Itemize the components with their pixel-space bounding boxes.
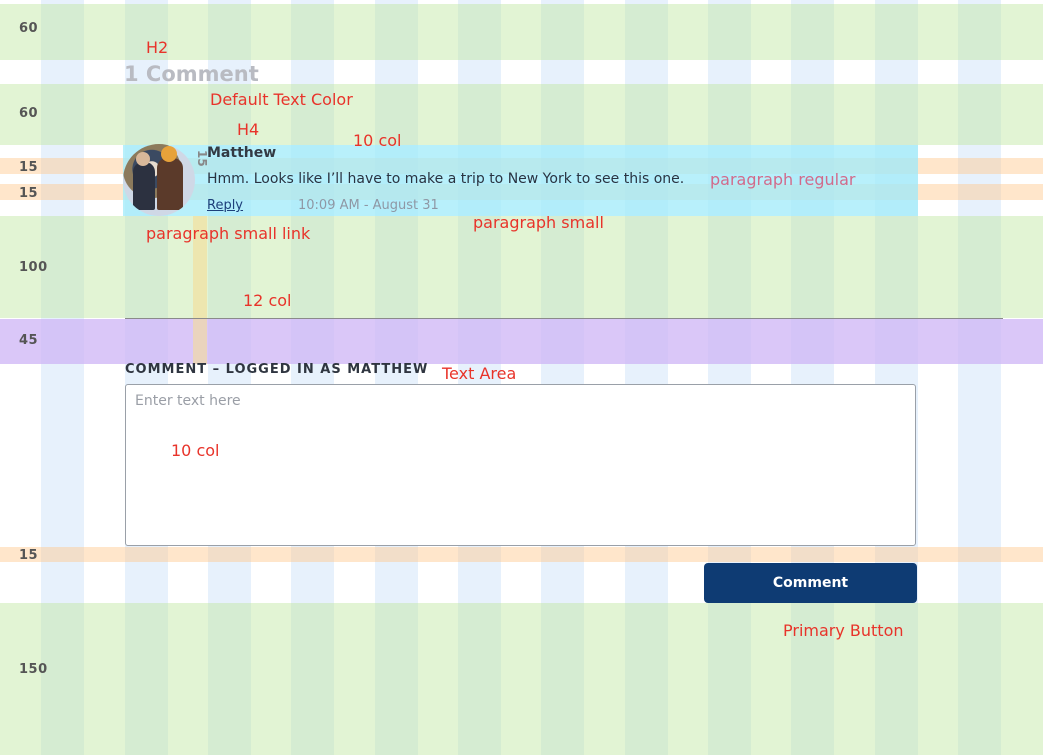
avatar [123,144,195,216]
annotation-primary-button: Primary Button [783,621,904,640]
section-divider [125,318,1003,319]
annotation-h2: H2 [146,38,169,57]
avatar-person-1 [133,162,155,210]
annotation-h4: H4 [237,120,260,139]
annotation-paragraph-regular: paragraph regular [710,170,856,189]
spacing-band-15-c [0,547,1043,562]
reply-link[interactable]: Reply [207,198,243,213]
annotation-default-text-color: Default Text Color [210,90,353,109]
band-label-100: 100 [19,260,48,275]
annotation-paragraph-small: paragraph small [473,213,604,232]
band-label-60: 60 [19,106,39,121]
band-label-15-b: 15 [19,186,39,201]
comment-text: Hmm. Looks like I’ll have to make a trip… [207,171,685,187]
annotation-paragraph-small-link: paragraph small link [146,224,311,243]
band-label-top: 60 [19,21,39,36]
spacing-band-60 [0,84,1043,145]
spacing-band-45 [0,319,1043,364]
comment-timestamp: 10:09 AM - August 31 [298,198,439,213]
spacing-label-vertical: 15 [195,150,209,167]
avatar-head-1 [136,152,150,166]
annotation-10-col-textarea: 10 col [171,441,220,460]
comment-submit-button[interactable]: Comment [704,563,917,603]
band-label-45: 45 [19,333,39,348]
annotation-10-col-top: 10 col [353,131,402,150]
avatar-person-2 [157,158,183,210]
comment-author: Matthew [207,145,277,161]
comment-form-label: COMMENT – LOGGED IN AS MATTHEW [125,362,429,377]
annotation-12-col: 12 col [243,291,292,310]
band-label-15-a: 15 [19,160,39,175]
band-label-15-c: 15 [19,548,39,563]
avatar-head-2 [161,146,177,162]
annotation-text-area: Text Area [442,364,517,383]
comment-textarea[interactable] [125,384,916,546]
comments-heading: 1 Comment [124,62,259,86]
band-label-150: 150 [19,662,48,677]
